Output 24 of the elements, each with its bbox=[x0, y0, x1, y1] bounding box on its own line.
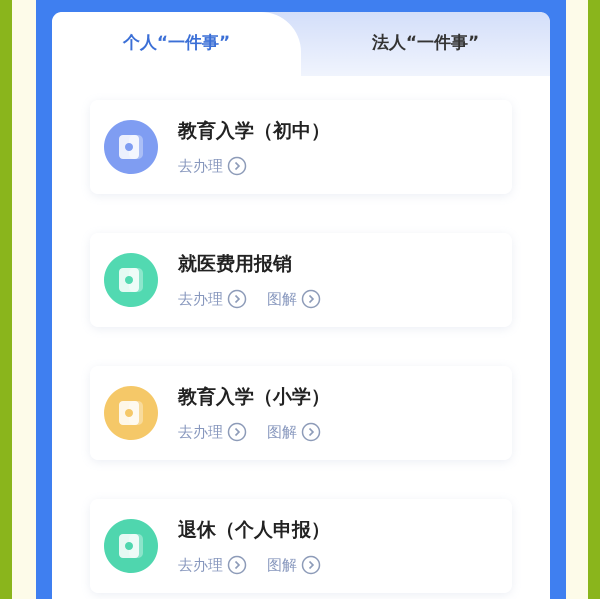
chevron-circle-icon bbox=[301, 422, 321, 442]
service-card[interactable]: 教育入学（初中） 去办理 bbox=[90, 100, 512, 194]
chevron-circle-icon bbox=[227, 555, 247, 576]
action-link[interactable]: 去办理 bbox=[178, 155, 247, 178]
action-link[interactable]: 图解 bbox=[267, 554, 321, 576]
action-link[interactable]: 图解 bbox=[267, 288, 321, 310]
action-link[interactable]: 去办理 bbox=[178, 421, 247, 444]
chevron-circle-icon bbox=[301, 289, 321, 310]
chevron-circle-icon bbox=[301, 555, 321, 576]
service-title: 退休（个人申报） bbox=[178, 518, 330, 542]
service-card[interactable]: 就医费用报销 去办理 图解 bbox=[90, 233, 512, 327]
action-link[interactable]: 去办理 bbox=[178, 554, 247, 576]
chevron-circle-icon bbox=[227, 156, 247, 176]
action-link[interactable]: 去办理 bbox=[178, 288, 247, 310]
service-card[interactable]: 退休（个人申报） 去办理 图解 bbox=[90, 499, 512, 593]
service-title: 教育入学（小学） bbox=[178, 384, 330, 410]
tab[interactable]: 法人“一件事” bbox=[301, 12, 550, 76]
service-card[interactable]: 教育入学（小学） 去办理 图解 bbox=[90, 366, 512, 460]
tab[interactable]: 个人“一件事” bbox=[52, 12, 301, 76]
service-title: 就医费用报销 bbox=[178, 252, 293, 276]
chevron-circle-icon bbox=[227, 289, 247, 310]
action-link[interactable]: 图解 bbox=[267, 421, 321, 444]
service-title: 教育入学（初中） bbox=[178, 118, 330, 144]
chevron-circle-icon bbox=[227, 422, 247, 442]
